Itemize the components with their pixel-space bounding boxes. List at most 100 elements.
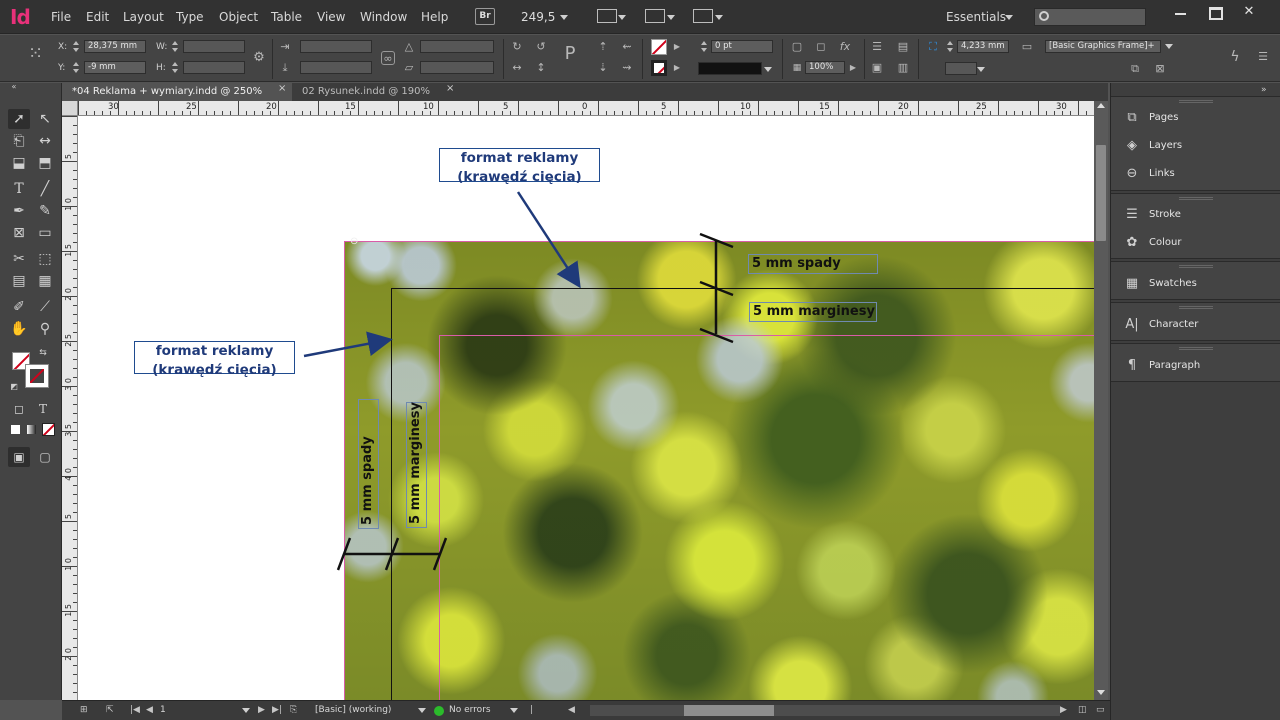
- content-placer-icon[interactable]: ⬒: [34, 153, 56, 173]
- object-style-field[interactable]: [Basic Graphics Frame]+: [1045, 40, 1161, 53]
- label-margin-horizontal[interactable]: 5 mm marginesy: [749, 302, 877, 322]
- panel-links[interactable]: ⊖ Links: [1121, 164, 1271, 184]
- stroke-swatch[interactable]: [651, 60, 667, 76]
- ruler-origin[interactable]: [62, 101, 78, 116]
- grip-icon[interactable]: [1179, 197, 1213, 200]
- zoom-tool-icon[interactable]: ⚲: [34, 319, 56, 339]
- panel-paragraph[interactable]: ¶ Paragraph: [1121, 356, 1271, 376]
- scroll-thumb[interactable]: [684, 705, 774, 716]
- chevron-down-icon[interactable]: [242, 708, 250, 713]
- menu-help[interactable]: Help: [421, 10, 448, 24]
- close-tab-icon[interactable]: ×: [278, 83, 286, 94]
- scroll-left-icon[interactable]: ◀: [568, 705, 575, 715]
- rotate-cw-icon[interactable]: ↻: [510, 40, 524, 54]
- preview-mode-icon[interactable]: ▢: [34, 447, 56, 467]
- link-icon[interactable]: ∞: [381, 51, 395, 65]
- selection-tool-icon[interactable]: ➚: [8, 109, 30, 129]
- pencil-tool-icon[interactable]: ✎: [34, 201, 56, 221]
- scroll-up-icon[interactable]: [1097, 103, 1105, 108]
- stroke-weight-field[interactable]: 0 pt: [711, 40, 773, 53]
- select-next-icon[interactable]: ⇝: [620, 61, 634, 75]
- play-arrow-icon[interactable]: ▶: [670, 40, 684, 54]
- corner-options-icon[interactable]: ▭: [1020, 40, 1034, 54]
- preflight-profile[interactable]: [Basic] (working): [315, 705, 391, 715]
- chevron-down-icon[interactable]: [715, 15, 723, 20]
- stroke-type-field[interactable]: [698, 62, 762, 75]
- h-stepper[interactable]: [171, 61, 179, 74]
- screen-mode-icon[interactable]: [645, 9, 665, 23]
- scroll-down-icon[interactable]: [1097, 690, 1105, 695]
- type-tool-icon[interactable]: T: [8, 179, 30, 199]
- text-wrap-icon[interactable]: ☰: [870, 40, 884, 54]
- last-page-icon[interactable]: ▶|: [272, 705, 282, 715]
- w-stepper[interactable]: [171, 40, 179, 53]
- grip-icon[interactable]: [1179, 347, 1213, 350]
- panel-menu-icon[interactable]: ☰: [1256, 50, 1270, 64]
- scale-y-field[interactable]: [300, 61, 372, 74]
- bridge-button[interactable]: Br: [475, 8, 495, 25]
- grip-icon[interactable]: [1179, 306, 1213, 309]
- y-stepper[interactable]: [72, 61, 80, 74]
- dimension-stepper[interactable]: [946, 40, 954, 53]
- x-field[interactable]: 28,375 mm: [84, 40, 146, 53]
- zoom-level[interactable]: 249,5: [521, 10, 555, 24]
- frame-fitting-icon[interactable]: ⛶: [926, 40, 940, 54]
- panel-swatches[interactable]: ▦ Swatches: [1121, 274, 1271, 294]
- close-tab-icon[interactable]: ×: [446, 83, 454, 94]
- chevron-down-icon[interactable]: [1165, 44, 1173, 49]
- menu-object[interactable]: Object: [219, 10, 258, 24]
- panel-layers[interactable]: ◈ Layers: [1121, 136, 1271, 156]
- x-stepper[interactable]: [72, 40, 80, 53]
- chevron-down-icon[interactable]: [667, 15, 675, 20]
- default-colors-icon[interactable]: ◩: [8, 381, 20, 393]
- w-field[interactable]: [183, 40, 245, 53]
- workspace-switcher[interactable]: Essentials: [946, 10, 1006, 24]
- fx-icon[interactable]: fx: [838, 40, 852, 54]
- annotation-left[interactable]: format reklamy (krawędź cięcia): [134, 341, 295, 378]
- scroll-thumb[interactable]: [1096, 145, 1106, 241]
- rotate-ccw-icon[interactable]: ↺: [534, 40, 548, 54]
- grip-icon[interactable]: [1179, 265, 1213, 268]
- page-tool-icon[interactable]: ⎗: [8, 131, 30, 151]
- panel-colour[interactable]: ✿ Colour: [1121, 233, 1271, 253]
- menu-file[interactable]: File: [51, 10, 71, 24]
- menu-view[interactable]: View: [317, 10, 345, 24]
- select-content-icon[interactable]: ⇣: [596, 61, 610, 75]
- search-input[interactable]: [1034, 8, 1146, 26]
- document-canvas[interactable]: ⊖ format reklamy (krawędź cięcia) format…: [78, 116, 1094, 700]
- hand-tool-icon[interactable]: ✋: [8, 319, 30, 339]
- chevron-down-icon[interactable]: [618, 15, 626, 20]
- maximize-button[interactable]: [1200, 4, 1230, 20]
- chevron-down-icon[interactable]: [510, 708, 518, 713]
- view-options-icon[interactable]: [597, 9, 617, 23]
- content-collector-icon[interactable]: ⬓: [8, 153, 30, 173]
- paragraph-p-icon[interactable]: P: [560, 45, 580, 63]
- text-wrap-around-icon[interactable]: ▤: [896, 40, 910, 54]
- annotation-top[interactable]: format reklamy (krawędź cięcia): [439, 148, 600, 185]
- collapse-icon[interactable]: «: [3, 83, 25, 91]
- chevron-down-icon[interactable]: [418, 708, 426, 713]
- preflight-status[interactable]: No errors: [449, 705, 491, 715]
- fill-swatch[interactable]: [651, 39, 667, 55]
- gradient-feather-tool-icon[interactable]: ▦: [34, 271, 56, 291]
- formatting-text-icon[interactable]: T: [32, 399, 54, 419]
- zoom-dropdown-icon[interactable]: [560, 15, 568, 20]
- lightning-icon[interactable]: ϟ: [1228, 50, 1242, 64]
- reference-point-icon[interactable]: ⁙: [28, 45, 43, 63]
- gap-tool-icon[interactable]: ↔: [34, 131, 56, 151]
- menu-table[interactable]: Table: [271, 10, 302, 24]
- open-page-icon[interactable]: ⎘: [290, 705, 297, 715]
- shear-field[interactable]: [420, 61, 494, 74]
- fit-content-icon[interactable]: ▥: [896, 61, 910, 75]
- tab-02-rysunek[interactable]: 02 Rysunek.indd @ 190%: [292, 83, 462, 101]
- vertical-ruler[interactable]: 51 01 52 02 53 03 54 051 01 52 0: [62, 116, 78, 700]
- fit-frame-icon[interactable]: ▣: [870, 61, 884, 75]
- apply-color-icon[interactable]: [11, 425, 20, 434]
- opacity-field[interactable]: 100%: [805, 61, 845, 74]
- flip-v-icon[interactable]: ↕: [534, 61, 548, 75]
- export-icon[interactable]: ⇱: [106, 705, 114, 715]
- label-margin-vertical[interactable]: 5 mm marginesy: [406, 402, 427, 528]
- swap-colors-icon[interactable]: ⇆: [36, 347, 50, 359]
- constrain-proportions-icon[interactable]: ⚙: [252, 51, 266, 65]
- gradient-swatch-tool-icon[interactable]: ▤: [8, 271, 30, 291]
